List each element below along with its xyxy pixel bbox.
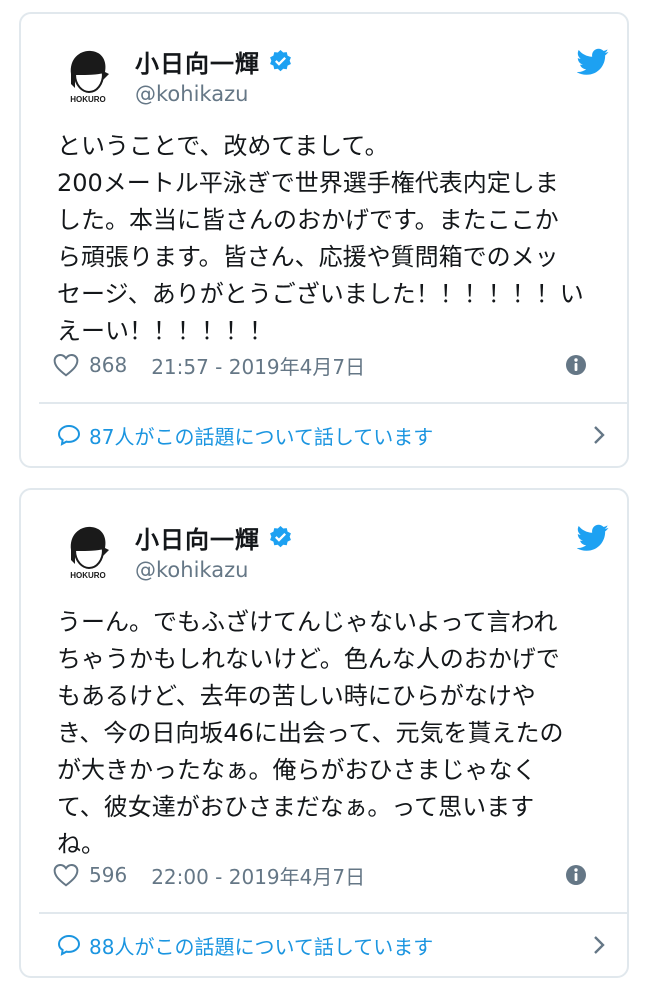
tweet-card[interactable]: HOKURO 小日向一輝 @kohikazu うーん。でもふざけてんじゃないよっ… xyxy=(19,488,629,978)
like-count: 596 xyxy=(89,863,128,887)
display-name-text: 小日向一輝 xyxy=(135,526,260,554)
tweet-text-line: えーい！！！！！！ xyxy=(57,317,273,345)
chevron-right-icon xyxy=(594,936,605,954)
comment-bubble-icon xyxy=(57,424,81,446)
display-name-text: 小日向一輝 xyxy=(135,50,260,78)
tweet-timestamp[interactable]: 21:57 - 2019年4月7日 xyxy=(151,351,365,380)
avatar[interactable]: HOKURO xyxy=(57,44,119,106)
tweet-text-line: した。本当に皆さんのおかげです。またここか xyxy=(57,206,559,234)
tweet-text-line: もあるけど、去年の苦しい時にひらがなけや xyxy=(57,682,536,710)
conversation-text: 88人がこの話題について話しています xyxy=(89,934,434,959)
tweet-text-line: セージ、ありがとうございました！！！！！！い xyxy=(57,280,584,308)
verified-badge-icon xyxy=(270,50,291,72)
tweet-text: うーん。でもふざけてんじゃないよって言われ ちゃうかもしれないけど。色んな人のお… xyxy=(57,604,617,863)
tweet-card[interactable]: HOKURO 小日向一輝 @kohikazu ということで、改めてまして。 20… xyxy=(19,12,629,468)
avatar-label: HOKURO xyxy=(70,95,106,104)
tweet-text-line: うーん。でもふざけてんじゃないよって言われ xyxy=(57,608,558,636)
tweet-text-line: て、彼女達がおひさまだなぁ。って思います xyxy=(57,793,535,821)
display-name[interactable]: 小日向一輝 xyxy=(135,44,293,79)
chevron-right-icon xyxy=(594,426,605,444)
tweet-meta: 596 22:00 - 2019年4月7日 xyxy=(53,860,603,890)
divider xyxy=(39,912,627,914)
divider xyxy=(39,402,627,404)
tweet-meta: 868 21:57 - 2019年4月7日 xyxy=(53,350,603,380)
user-handle[interactable]: @kohikazu xyxy=(135,558,248,582)
tweet-text-line: ちゃうかもしれないけど。色んな人のおかげで xyxy=(57,645,560,673)
user-handle[interactable]: @kohikazu xyxy=(135,82,248,106)
conversation-text: 87人がこの話題について話しています xyxy=(89,424,434,449)
avatar-label: HOKURO xyxy=(70,571,106,580)
conversation-link[interactable]: 88人がこの話題について話しています xyxy=(57,930,607,960)
display-name[interactable]: 小日向一輝 xyxy=(135,520,293,555)
info-icon[interactable] xyxy=(565,354,587,376)
twitter-bird-icon[interactable] xyxy=(577,524,609,552)
heart-icon[interactable] xyxy=(53,863,79,887)
verified-badge-icon xyxy=(270,526,291,548)
avatar[interactable]: HOKURO xyxy=(57,520,119,582)
tweet-text-line: き、今の日向坂46に出会って、元気を貰えたの xyxy=(57,719,564,747)
tweet-text-line: が大きかったなぁ。俺らがおひさまじゃなく xyxy=(57,756,537,784)
tweet-text-line: ね。 xyxy=(57,830,105,858)
like-count: 868 xyxy=(89,353,128,377)
tweet-text: ということで、改めてまして。 200メートル平泳ぎで世界選手権代表内定しま した… xyxy=(57,128,617,350)
heart-icon[interactable] xyxy=(53,353,79,377)
conversation-link[interactable]: 87人がこの話題について話しています xyxy=(57,420,607,450)
tweet-text-line: 200メートル平泳ぎで世界選手権代表内定しま xyxy=(57,169,559,197)
twitter-bird-icon[interactable] xyxy=(577,48,609,76)
tweet-text-line: ら頑張ります。皆さん、応援や質問箱でのメッ xyxy=(57,243,559,271)
tweet-text-line: ということで、改めてまして。 xyxy=(57,132,389,160)
info-icon[interactable] xyxy=(565,864,587,886)
comment-bubble-icon xyxy=(57,934,81,956)
tweet-timestamp[interactable]: 22:00 - 2019年4月7日 xyxy=(151,861,365,890)
